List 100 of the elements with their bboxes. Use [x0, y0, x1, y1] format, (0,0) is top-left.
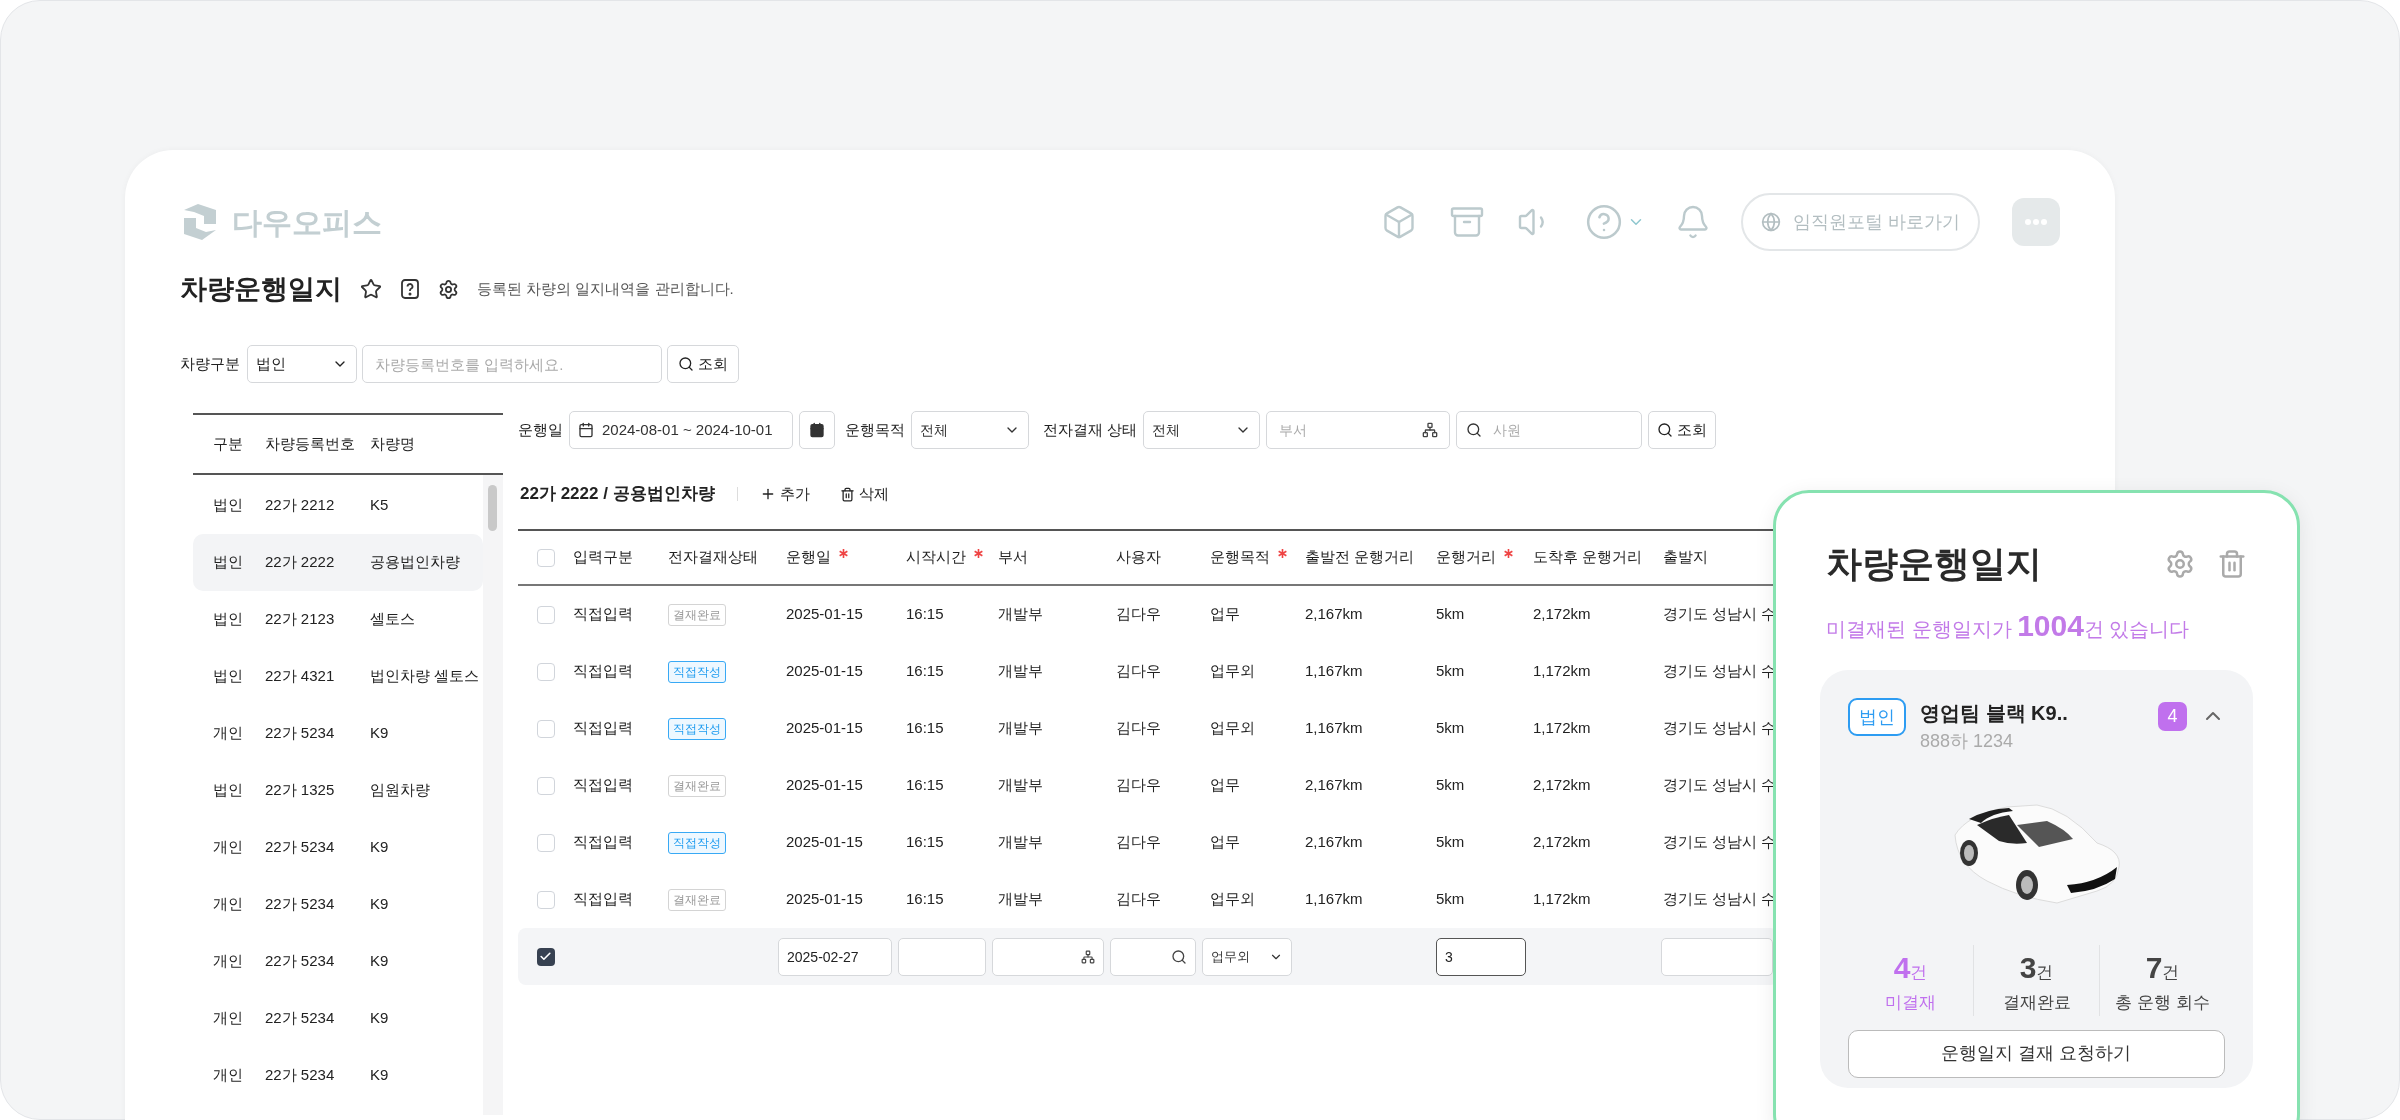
add-button[interactable]: 추가 [759, 482, 810, 506]
table-cell-text: 김다우 [1116, 832, 1161, 853]
vehicle-row[interactable]: 개인 22가 5234 K9 [193, 705, 483, 762]
type-tag: 법인 [1848, 698, 1906, 736]
table-cell-text: 2,167km [1305, 775, 1363, 796]
time-input[interactable] [898, 937, 986, 976]
more-icon [2025, 219, 2047, 225]
column-header: 차량명 [370, 433, 415, 454]
vehicle-row[interactable]: 개인 22가 5234 K9 [193, 819, 483, 876]
table-cell-text: 개발부 [998, 889, 1043, 910]
status-tag: 직접작성 [668, 660, 726, 683]
table-cell-text: 직접입력 [573, 604, 633, 625]
table-cell-text: 개발부 [998, 718, 1043, 739]
department-field[interactable] [992, 937, 1104, 976]
checkbox[interactable] [536, 662, 555, 681]
search-button[interactable]: 조회 [667, 345, 739, 383]
checkbox[interactable] [536, 890, 555, 909]
table-cell-text: 법인 [212, 666, 244, 687]
globe-icon [1761, 212, 1781, 232]
column-header: 운행거리 [1436, 547, 1496, 568]
table-cell-text: 22가 2123 [265, 609, 336, 630]
table-cell-text: 개발부 [998, 832, 1043, 853]
vehicle-row[interactable]: 법인 22가 2222 공용법인차량 [193, 534, 483, 591]
filter-label: 전자결재 상태 [1043, 419, 1138, 440]
table-cell-text: 김다우 [1116, 775, 1161, 796]
column-header: 차량등록번호 [265, 433, 356, 454]
scrollbar-thumb[interactable] [488, 485, 497, 531]
calendar-button[interactable] [799, 411, 835, 449]
table-cell-text: 22가 5234 [265, 1008, 336, 1029]
search-icon [678, 356, 694, 372]
settings-icon[interactable] [438, 278, 459, 300]
table-cell-text: 1,172km [1533, 889, 1591, 910]
calendar-icon [809, 422, 825, 438]
table-cell-text: 법인차량 셀토스 [370, 666, 480, 687]
vehicle-row[interactable]: 개인 22가 5234 K9 [193, 1047, 483, 1104]
table-cell-text: 2025-01-15 [786, 604, 863, 625]
vehicle-row[interactable]: 법인 22가 4321 법인차량 셀토스 [193, 648, 483, 705]
table-cell-text: 법인 [212, 552, 244, 573]
table-cell-text: 개발부 [998, 775, 1043, 796]
table-cell-text: 22가 5234 [265, 837, 336, 858]
vehicle-row[interactable]: 개인 22가 5234 K9 [193, 990, 483, 1047]
table-cell-text: 임원차량 [370, 780, 430, 801]
stat-label: 결재완료 [2002, 992, 2071, 1014]
request-button[interactable]: 운행일지 결재 요청하기 [1848, 1029, 2225, 1078]
vehicle-row[interactable]: 개인 22가 5234 K9 [193, 933, 483, 990]
table-cell-text: 개인 [212, 1008, 244, 1029]
purpose-select[interactable]: 업무외 [1202, 937, 1292, 976]
column-header: 운행일 [786, 547, 831, 568]
table-cell-text: 1,167km [1305, 889, 1363, 910]
table-cell-text: 개인 [212, 951, 244, 972]
purpose-select[interactable]: 전체 [911, 411, 1029, 449]
vehicle-row[interactable]: 법인 22가 2123 셀토스 [193, 591, 483, 648]
notification-icon[interactable] [1675, 204, 1711, 240]
delete-icon[interactable] [2217, 549, 2247, 579]
filter-label: 운행목적 [845, 419, 905, 440]
checkbox[interactable] [536, 719, 555, 738]
table-cell-text: K9 [370, 1065, 389, 1086]
vehicle-row[interactable]: 법인 22가 2212 K5 [193, 477, 483, 534]
table-cell-text: 개인 [212, 894, 244, 915]
scrollbar[interactable] [483, 475, 503, 1115]
help-icon[interactable] [400, 278, 420, 300]
checkbox[interactable] [536, 548, 555, 567]
checkbox[interactable] [536, 776, 555, 795]
table-cell-text: 5km [1436, 832, 1465, 853]
checkbox[interactable] [536, 605, 555, 624]
table-cell-text: 22가 5234 [265, 723, 336, 744]
checkbox[interactable] [536, 947, 555, 966]
origin-input[interactable] [1661, 937, 1773, 976]
table-cell-text: 2025-01-15 [786, 889, 863, 910]
delete-button[interactable]: 삭제 [839, 482, 889, 506]
table-cell-text: 5km [1436, 718, 1465, 739]
department-field[interactable]: 부서 [1266, 411, 1451, 449]
distance-input[interactable]: 3 [1436, 937, 1526, 976]
date-input[interactable]: 2025-02-27 [778, 937, 892, 976]
table-cell-text: 16:15 [906, 832, 944, 853]
vehicle-row[interactable]: 개인 22가 5234 K9 [193, 876, 483, 933]
stat-label: 미결재 [1885, 992, 1936, 1014]
org-chart-icon[interactable] [1422, 422, 1439, 438]
cube-icon[interactable] [1381, 204, 1417, 240]
vehicle-row[interactable]: 법인 22가 1325 임원차량 [193, 762, 483, 819]
archive-icon[interactable] [1449, 204, 1485, 240]
table-cell-text: 직접입력 [573, 889, 633, 910]
table-cell-text: 직접입력 [573, 832, 633, 853]
checkbox[interactable] [536, 833, 555, 852]
log-title: 22가 2222 / 공용법인차량 [520, 483, 715, 506]
more-button[interactable] [2012, 198, 2060, 246]
table-cell-text: 5km [1436, 775, 1465, 796]
stat-value: 3 [2019, 951, 2037, 984]
status-tag: 결재완료 [668, 603, 726, 626]
table-cell-text: 2025-01-15 [786, 661, 863, 682]
favorite-icon[interactable] [360, 278, 382, 300]
type-select[interactable]: 법인 [247, 345, 357, 383]
employee-field[interactable]: 사원 [1456, 411, 1643, 449]
table-cell-text: 1,167km [1305, 661, 1363, 682]
user-field[interactable] [1110, 937, 1196, 976]
date-range-field[interactable]: 2024-08-01 ~ 2024-10-01 [569, 411, 793, 449]
search-button[interactable]: 조회 [1648, 411, 1717, 449]
table-cell-text: 셀토스 [370, 609, 415, 630]
search-field[interactable]: 차량등록번호를 입력하세요. [362, 345, 662, 383]
approval-select[interactable]: 전체 [1143, 411, 1261, 449]
